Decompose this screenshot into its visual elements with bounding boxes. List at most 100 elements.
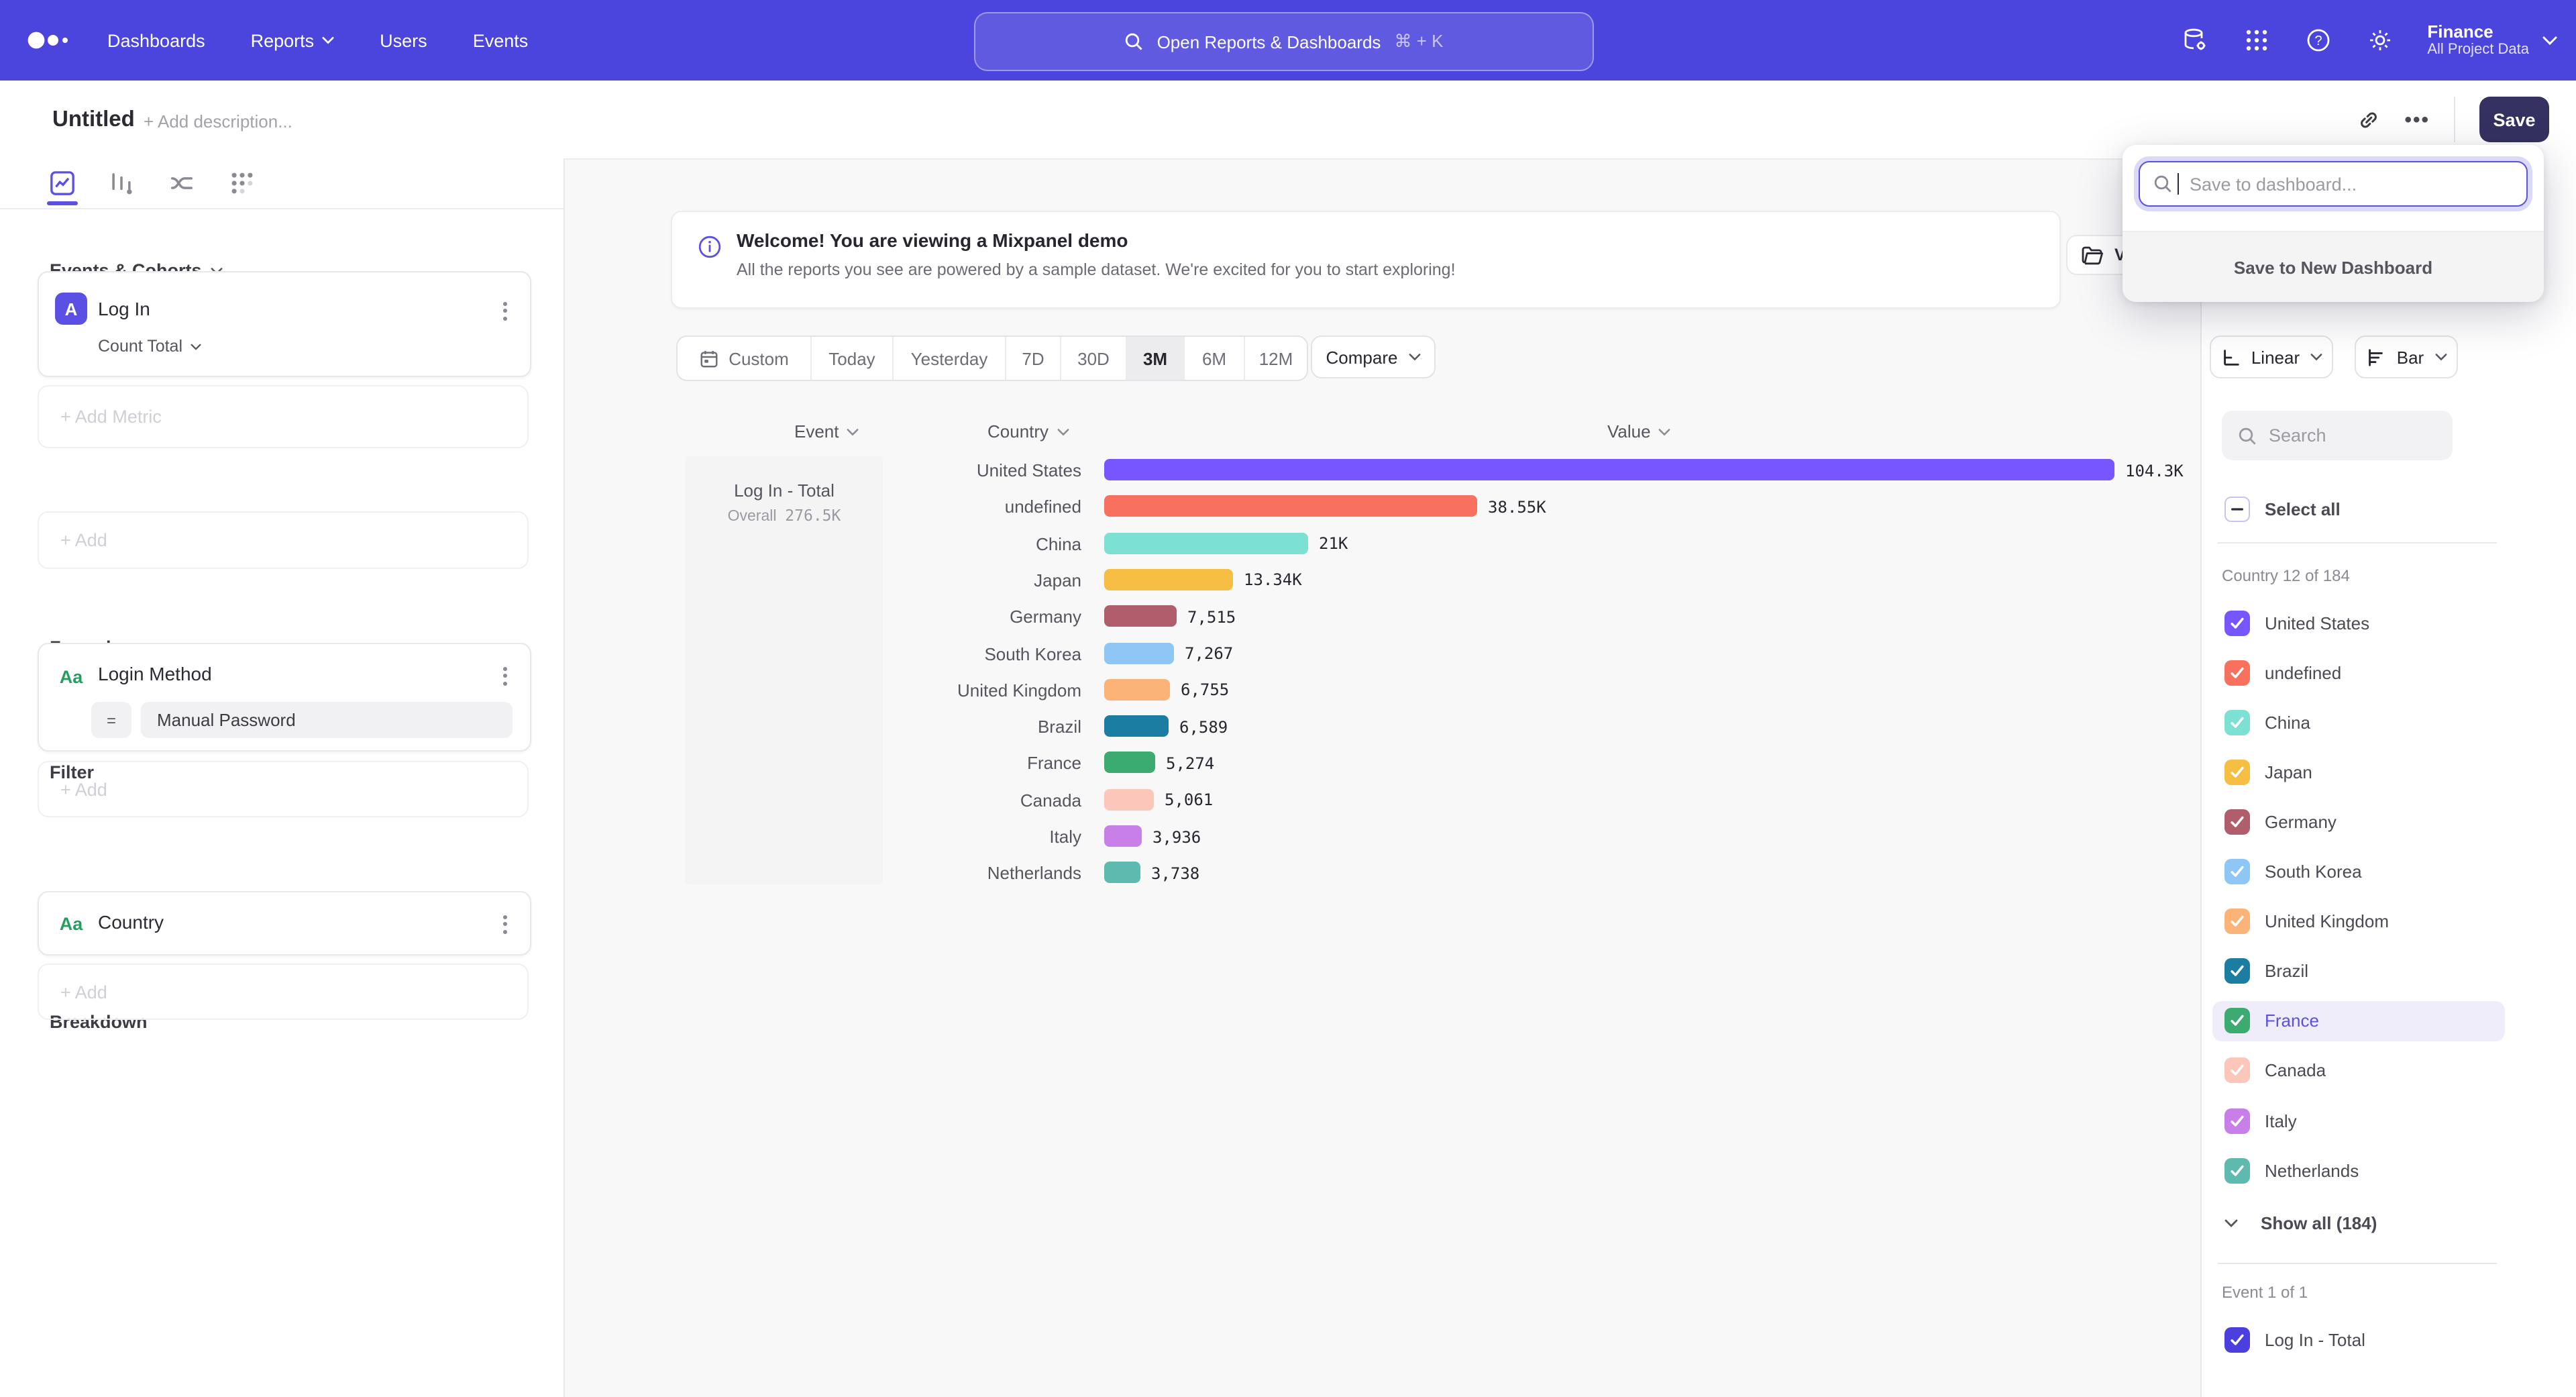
kebab-menu-icon[interactable] (492, 911, 517, 937)
project-switcher[interactable]: Finance All Project Data (2427, 21, 2557, 59)
segment-search-input[interactable]: Search (2222, 411, 2453, 460)
chart-bar[interactable] (1104, 605, 1177, 627)
select-all-checkbox-indeterminate[interactable] (2224, 496, 2250, 521)
tab-funnels[interactable] (105, 166, 137, 199)
time-range-7d[interactable]: 7D (1006, 337, 1061, 380)
add-metric-button[interactable]: + Add Metric (38, 385, 529, 448)
copy-link-icon[interactable] (2357, 108, 2380, 131)
time-range-30d[interactable]: 30D (1061, 337, 1127, 380)
column-header-country[interactable]: Country (987, 421, 1069, 442)
time-range-yesterday[interactable]: Yesterday (894, 337, 1006, 380)
global-search-button[interactable]: Open Reports & Dashboards ⌘ + K (974, 12, 1594, 71)
time-range-6m[interactable]: 6M (1185, 337, 1245, 380)
checkbox-checked[interactable] (2224, 1058, 2250, 1084)
nav-link-users[interactable]: Users (380, 30, 427, 50)
metric-aggregation[interactable]: Count Total (98, 337, 201, 356)
time-range-today[interactable]: Today (812, 337, 894, 380)
mixpanel-logo-icon[interactable] (27, 30, 75, 51)
report-title[interactable]: Untitled (52, 107, 135, 133)
chart-bar[interactable] (1104, 532, 1308, 554)
chart-bar[interactable] (1104, 679, 1170, 701)
search-shortcut: ⌘ + K (1394, 31, 1443, 52)
event-filter-item[interactable]: Log In - Total (2212, 1319, 2505, 1359)
compare-button[interactable]: Compare (1311, 335, 1436, 378)
save-to-new-dashboard-button[interactable]: Save to New Dashboard (2123, 231, 2544, 302)
country-filter-item-netherlands[interactable]: Netherlands (2212, 1150, 2505, 1190)
help-icon[interactable]: ? (2304, 25, 2333, 55)
chart-bar[interactable] (1104, 569, 1233, 590)
chart-row-label: South Korea (751, 643, 1081, 664)
chart-value-label: 6,755 (1181, 681, 1229, 700)
chart-row: China21K (0, 532, 1516, 554)
checkbox-checked[interactable] (2224, 809, 2250, 835)
checkbox-checked[interactable] (2224, 1008, 2250, 1034)
checkbox-checked[interactable] (2224, 610, 2250, 635)
scale-dropdown[interactable]: Linear (2210, 335, 2333, 378)
breakdown-property-name[interactable]: Country (98, 911, 164, 933)
save-to-dashboard-input[interactable]: Save to dashboard... (2139, 161, 2528, 207)
metric-event-name[interactable]: Log In (98, 298, 150, 319)
chart-bar[interactable] (1104, 496, 1477, 517)
country-filter-item-italy[interactable]: Italy (2212, 1100, 2505, 1141)
checkbox-checked[interactable] (2224, 958, 2250, 984)
banner-subtitle: All the reports you see are powered by a… (737, 260, 1456, 279)
checkbox-checked[interactable] (2224, 760, 2250, 785)
chart-bar[interactable] (1104, 715, 1169, 737)
chart-bar[interactable] (1104, 862, 1140, 884)
more-options-icon[interactable]: ••• (2404, 108, 2430, 131)
chart-value-label: 6,589 (1179, 717, 1228, 736)
chart-bar[interactable] (1104, 825, 1142, 847)
data-management-icon[interactable] (2180, 25, 2210, 55)
checkbox-checked[interactable] (2224, 709, 2250, 735)
country-filter-label: United States (2265, 613, 2369, 633)
chart-type-dropdown[interactable]: Bar (2355, 335, 2458, 378)
settings-gear-icon[interactable] (2365, 25, 2395, 55)
country-filter-label: Italy (2265, 1110, 2297, 1131)
checkbox-checked[interactable] (2224, 909, 2250, 934)
nav-link-reports[interactable]: Reports (251, 30, 335, 50)
event-total-cell[interactable]: Log In - Total Overall 276.5K (686, 456, 883, 884)
project-subtitle: All Project Data (2427, 42, 2529, 59)
country-filter-item-undefined[interactable]: undefined (2212, 652, 2505, 692)
nav-links: Dashboards Reports Users Events (107, 30, 528, 50)
search-icon (2238, 426, 2257, 445)
select-all-row[interactable]: Select all (2212, 488, 2505, 529)
apps-grid-icon[interactable] (2242, 25, 2271, 55)
time-range-12m[interactable]: 12M (1245, 337, 1307, 380)
country-filter-item-canada[interactable]: Canada (2212, 1051, 2505, 1091)
time-range-3m[interactable]: 3M (1127, 337, 1185, 380)
event-checkbox-checked[interactable] (2224, 1327, 2250, 1352)
country-filter-item-china[interactable]: China (2212, 702, 2505, 742)
column-header-event[interactable]: Event (794, 421, 859, 442)
checkbox-checked[interactable] (2224, 1108, 2250, 1133)
country-filter-item-united-kingdom[interactable]: United Kingdom (2212, 901, 2505, 941)
chart-row: Italy3,936 (0, 825, 1516, 847)
chart-bar[interactable] (1104, 459, 2114, 480)
tab-insights[interactable] (46, 166, 78, 199)
column-header-value[interactable]: Value (1607, 421, 1671, 442)
country-filter-item-germany[interactable]: Germany (2212, 802, 2505, 842)
kebab-menu-icon[interactable] (492, 298, 517, 323)
tab-retention[interactable] (225, 166, 258, 199)
chart-bar[interactable] (1104, 642, 1174, 664)
save-button[interactable]: Save (2479, 97, 2549, 142)
check-icon (2230, 914, 2245, 929)
country-filter-item-france[interactable]: France (2212, 1001, 2505, 1041)
country-filter-item-united-states[interactable]: United States (2212, 603, 2505, 643)
chart-row-label: China (751, 533, 1081, 554)
country-filter-item-japan[interactable]: Japan (2212, 752, 2505, 792)
add-description[interactable]: + Add description... (144, 111, 292, 132)
add-breakdown-button[interactable]: + Add (38, 964, 529, 1020)
checkbox-checked[interactable] (2224, 1157, 2250, 1183)
country-filter-item-brazil[interactable]: Brazil (2212, 951, 2505, 991)
checkbox-checked[interactable] (2224, 660, 2250, 685)
nav-link-dashboards[interactable]: Dashboards (107, 30, 205, 50)
nav-link-events[interactable]: Events (473, 30, 529, 50)
chart-bar[interactable] (1104, 752, 1155, 774)
country-filter-item-south-korea[interactable]: South Korea (2212, 851, 2505, 892)
chart-bar[interactable] (1104, 788, 1154, 810)
show-all-toggle[interactable]: Show all (184) (2212, 1202, 2505, 1243)
checkbox-checked[interactable] (2224, 859, 2250, 884)
time-range-custom[interactable]: Custom (678, 337, 812, 380)
tab-flows[interactable] (165, 166, 197, 199)
